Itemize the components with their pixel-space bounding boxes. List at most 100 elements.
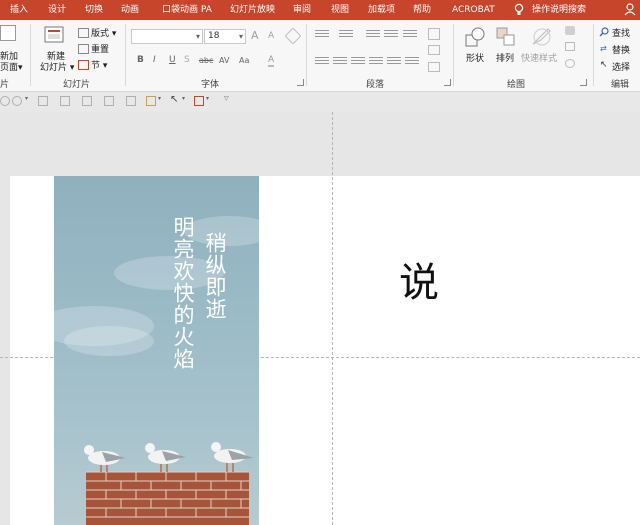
- vertical-guide[interactable]: [332, 112, 333, 525]
- poem-column-2[interactable]: 稍纵即逝: [203, 232, 227, 320]
- font-color-button[interactable]: A: [268, 55, 275, 67]
- quick-access-toolbar: ▾ ▾ ↖ ▾ ▾ ▽: [0, 92, 640, 112]
- ribbon-separator: [593, 24, 594, 86]
- distributed-icon[interactable]: [387, 57, 401, 67]
- drawing-dialog-launcher-icon[interactable]: [580, 79, 587, 86]
- columns-icon[interactable]: [405, 57, 419, 67]
- grow-font-button[interactable]: A: [251, 29, 259, 42]
- smartart-icon[interactable]: [428, 62, 440, 72]
- align-left-icon[interactable]: [315, 57, 329, 67]
- align-right-icon[interactable]: [351, 57, 365, 67]
- font-name-combobox[interactable]: ▾: [131, 29, 203, 44]
- increase-indent-icon[interactable]: [384, 30, 398, 40]
- format-painter-icon[interactable]: [146, 96, 156, 106]
- quick-styles-icon: [532, 28, 551, 46]
- char-spacing-button[interactable]: AV: [219, 56, 229, 65]
- font-size-value: 18: [208, 31, 220, 41]
- line-spacing-icon[interactable]: [403, 30, 417, 40]
- tab-help[interactable]: 帮助: [413, 0, 431, 20]
- shape-effects-icon[interactable]: [565, 59, 575, 68]
- section-icon: [78, 60, 89, 70]
- seagull: [84, 445, 126, 472]
- new-slide-label-2: 幻灯片 ▾: [40, 63, 75, 73]
- arrange-icon: [496, 27, 515, 46]
- chevron-down-icon[interactable]: ▾: [158, 95, 161, 102]
- change-case-button[interactable]: Aa: [239, 56, 249, 65]
- chevron-down-icon[interactable]: ▾: [182, 95, 185, 102]
- shape-effects-icon[interactable]: [12, 96, 22, 106]
- crop-icon[interactable]: [38, 96, 48, 106]
- tell-me-search[interactable]: 操作说明搜索: [532, 0, 586, 20]
- tab-review[interactable]: 审阅: [293, 0, 311, 20]
- bullets-icon[interactable]: [315, 30, 329, 40]
- search-icon: [599, 27, 609, 37]
- reset-icon: [78, 44, 89, 54]
- ribbon-separator: [125, 24, 126, 86]
- bold-button[interactable]: B: [137, 55, 144, 65]
- shape-outline-icon[interactable]: [0, 96, 10, 106]
- tab-slideshow[interactable]: 幻灯片放映: [230, 0, 275, 20]
- account-icon[interactable]: [624, 3, 636, 16]
- font-size-combobox[interactable]: 18 ▾: [204, 29, 246, 44]
- chevron-down-icon[interactable]: ▾: [25, 95, 28, 102]
- ribbon-separator: [30, 24, 31, 86]
- seagull: [145, 443, 186, 472]
- tab-transitions[interactable]: 切换: [85, 0, 103, 20]
- new-slide-partial-label-2: 页面▾: [0, 63, 23, 73]
- select-cursor-icon[interactable]: ↖: [170, 94, 178, 105]
- slide-text-box[interactable]: 说: [399, 258, 439, 308]
- color-fill-icon[interactable]: [194, 96, 204, 106]
- section-label: 节 ▾: [91, 61, 108, 71]
- seagull-photo[interactable]: [54, 176, 259, 525]
- bring-forward-icon[interactable]: [82, 96, 92, 106]
- decrease-indent-icon[interactable]: [366, 30, 380, 40]
- shadow-button[interactable]: S: [184, 55, 190, 65]
- replace-label: 替换: [612, 46, 631, 56]
- ribbon-separator: [306, 24, 307, 86]
- tab-insert[interactable]: 插入: [10, 0, 28, 20]
- paragraph-dialog-launcher-icon[interactable]: [444, 79, 451, 86]
- tab-animations[interactable]: 动画: [121, 0, 139, 20]
- replace-icon: ⇄: [600, 44, 607, 53]
- italic-button[interactable]: I: [153, 55, 156, 65]
- tab-acrobat[interactable]: ACROBAT: [452, 0, 495, 20]
- tab-view[interactable]: 视图: [331, 0, 349, 20]
- find-label: 查找: [612, 29, 631, 39]
- seagull: [211, 442, 254, 472]
- strikethrough-button[interactable]: abc: [199, 56, 213, 65]
- drawing-group-label: 绘图: [507, 80, 526, 90]
- group-icon[interactable]: [60, 96, 70, 106]
- horizontal-guide[interactable]: [0, 357, 640, 358]
- align-center-icon[interactable]: [333, 57, 347, 67]
- poem-column-1[interactable]: 明亮欢快的火焰: [171, 216, 195, 370]
- shapes-icon: [465, 27, 485, 47]
- new-slide-icon: [44, 26, 64, 43]
- lightbulb-icon: [514, 3, 524, 15]
- paragraph-group-label: 段落: [366, 80, 385, 90]
- shape-outline-icon[interactable]: [565, 42, 575, 51]
- clear-format-icon[interactable]: [284, 27, 302, 45]
- tab-addins[interactable]: 加载项: [368, 0, 395, 20]
- cursor-icon: ↖: [600, 60, 608, 70]
- tab-design[interactable]: 设计: [48, 0, 66, 20]
- justify-icon[interactable]: [369, 57, 383, 67]
- numbering-icon[interactable]: [339, 30, 353, 40]
- chevron-down-icon: ▾: [238, 32, 243, 41]
- tab-pocket-animation[interactable]: 口袋动画 PA: [162, 0, 212, 20]
- chevron-down-icon: ▾: [195, 32, 200, 41]
- text-direction-icon[interactable]: [428, 28, 440, 40]
- editing-group-label: 编辑: [611, 80, 630, 90]
- layout-label: 版式 ▾: [91, 29, 117, 39]
- layout-icon: [78, 28, 89, 38]
- ribbon-tab-bar: 插入 设计 切换 动画 口袋动画 PA 幻灯片放映 审阅 视图 加载项 帮助 A…: [0, 0, 640, 20]
- underline-button[interactable]: U: [169, 55, 176, 65]
- font-dialog-launcher-icon[interactable]: [297, 79, 304, 86]
- align-text-icon[interactable]: [428, 45, 440, 55]
- new-slide-partial-icon[interactable]: [0, 25, 16, 41]
- align-icon[interactable]: [126, 96, 136, 106]
- shrink-font-button[interactable]: A: [268, 31, 274, 41]
- send-backward-icon[interactable]: [104, 96, 114, 106]
- chevron-down-icon[interactable]: ▾: [206, 95, 209, 102]
- shape-fill-icon[interactable]: [565, 26, 575, 35]
- customize-toolbar-icon[interactable]: ▽: [224, 95, 229, 102]
